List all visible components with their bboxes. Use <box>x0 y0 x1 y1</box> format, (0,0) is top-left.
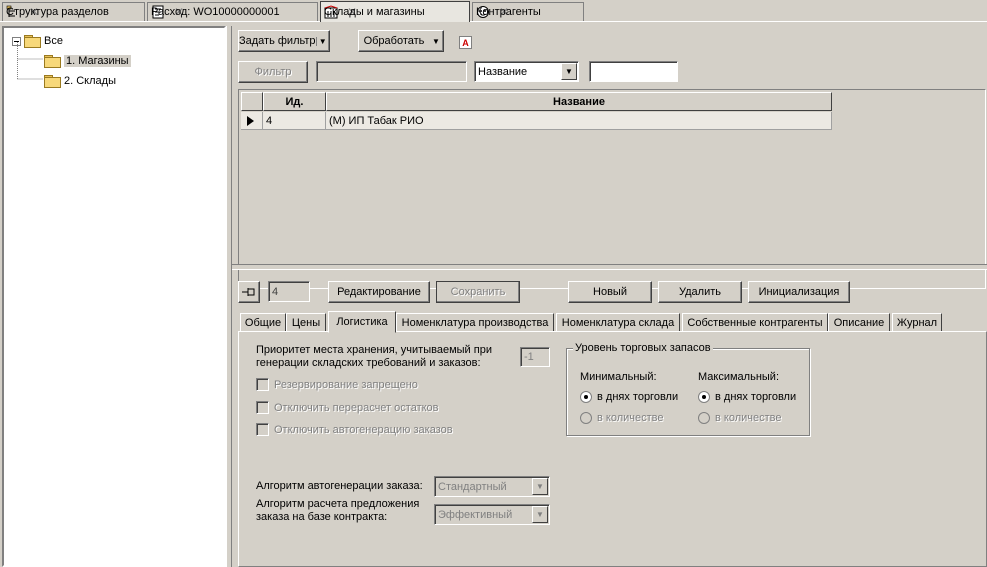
max-in-days-radio[interactable]: в днях торговли <box>698 391 796 403</box>
tab-warehouses-stores[interactable]: Склады и магазины ✕ <box>320 1 470 22</box>
table-cell-id[interactable]: 4 <box>263 112 326 130</box>
tab-description[interactable]: Описание <box>828 313 890 332</box>
disable-recalc-checkbox[interactable]: Отключить перерасчет остатков <box>256 401 439 414</box>
max-in-qty-radio[interactable]: в количестве <box>698 412 782 424</box>
dropdown-arrow-icon: ▼ <box>532 506 548 523</box>
tab-journal[interactable]: Журнал <box>892 313 942 332</box>
max-label: Максимальный: <box>698 371 779 383</box>
dropdown-arrow-icon[interactable]: ▼ <box>315 36 329 46</box>
pin-button[interactable] <box>238 281 260 303</box>
tab-production-nomenclature[interactable]: Номенклатура производства <box>396 313 554 332</box>
min-in-qty-radio[interactable]: в количестве <box>580 412 664 424</box>
dropdown-arrow-icon: ▼ <box>532 478 548 495</box>
tab-contractors[interactable]: Контрагенты ✕ <box>472 2 584 21</box>
column-header-name[interactable]: Название <box>326 92 832 111</box>
tab-own-contractors[interactable]: Собственные контрагенты <box>682 313 828 332</box>
tab-logistics[interactable]: Логистика <box>328 311 396 333</box>
min-in-days-radio[interactable]: в днях торговли <box>580 391 678 403</box>
filter-button[interactable]: Фильтр <box>238 61 308 83</box>
search-input[interactable] <box>589 61 678 82</box>
tab-warehouse-nomenclature[interactable]: Номенклатура склада <box>556 313 680 332</box>
table-cell-name[interactable]: (М) ИП Табак РИО <box>326 112 832 130</box>
section-tree[interactable]: Все 1. Магазины 2. Склады <box>2 26 226 567</box>
reserve-forbidden-checkbox[interactable]: Резервирование запрещено <box>256 378 418 391</box>
horizontal-splitter[interactable] <box>232 264 987 270</box>
tab-prices[interactable]: Цены <box>286 313 326 332</box>
delete-button[interactable]: Удалить <box>658 281 742 303</box>
stock-group-title: Уровень торговых запасов <box>573 342 713 354</box>
tab-expense-document[interactable]: Расход: WO10000000001 ✕ <box>147 2 318 21</box>
row-indicator-header <box>241 92 263 111</box>
min-label: Минимальный: <box>580 371 657 383</box>
pin-icon <box>242 288 255 296</box>
process-button[interactable]: Обработать ▼ <box>358 30 444 52</box>
record-id-field: 4 <box>268 281 310 302</box>
tab-structure[interactable]: Структура разделов ✕ <box>2 2 145 21</box>
dropdown-arrow-icon[interactable]: ▼ <box>561 63 577 80</box>
tree-lines <box>17 42 43 80</box>
tree-item-warehouses[interactable]: 2. Склады <box>44 73 116 89</box>
initialization-button[interactable]: Инициализация <box>748 281 850 303</box>
calc-algorithm-label-line2: заказа на базе контракта: <box>256 511 388 523</box>
records-grid[interactable]: Ид. Название 4 (М) ИП Табак РИО <box>238 89 986 289</box>
new-button[interactable]: Новый <box>568 281 652 303</box>
priority-field: -1 <box>520 347 550 367</box>
search-field-select[interactable]: Название ▼ <box>474 61 579 82</box>
document-tab-bar: Структура разделов ✕ Расход: WO100000000… <box>0 0 987 22</box>
edit-button[interactable]: Редактирование <box>328 281 430 303</box>
main-panel: Задать фильтр ▼ Обработать ▼ A Фильтр На… <box>232 26 987 567</box>
priority-label-line2: генерации складских требований и заказов… <box>256 357 481 369</box>
set-filter-button[interactable]: Задать фильтр ▼ <box>238 30 330 52</box>
column-header-id[interactable]: Ид. <box>263 92 326 111</box>
calc-algorithm-select[interactable]: Эффективный ▼ <box>434 504 550 525</box>
priority-label: Приоритет места хранения, учитываемый пр… <box>256 344 492 356</box>
calc-algorithm-label: Алгоритм расчета предложения <box>256 498 420 510</box>
filter-value-field[interactable] <box>316 61 467 82</box>
autogen-algorithm-label: Алгоритм автогенерации заказа: <box>256 480 423 492</box>
disable-autogen-checkbox[interactable]: Отключить автогенерацию заказов <box>256 423 453 436</box>
autogen-algorithm-select[interactable]: Стандартный ▼ <box>434 476 550 497</box>
save-button[interactable]: Сохранить <box>436 281 520 303</box>
dropdown-arrow-icon: ▼ <box>432 36 440 46</box>
tree-item-stores[interactable]: 1. Магазины <box>44 53 131 69</box>
font-color-icon[interactable]: A <box>459 36 472 49</box>
current-row-arrow-icon <box>241 112 263 130</box>
tab-general[interactable]: Общие <box>240 313 286 332</box>
